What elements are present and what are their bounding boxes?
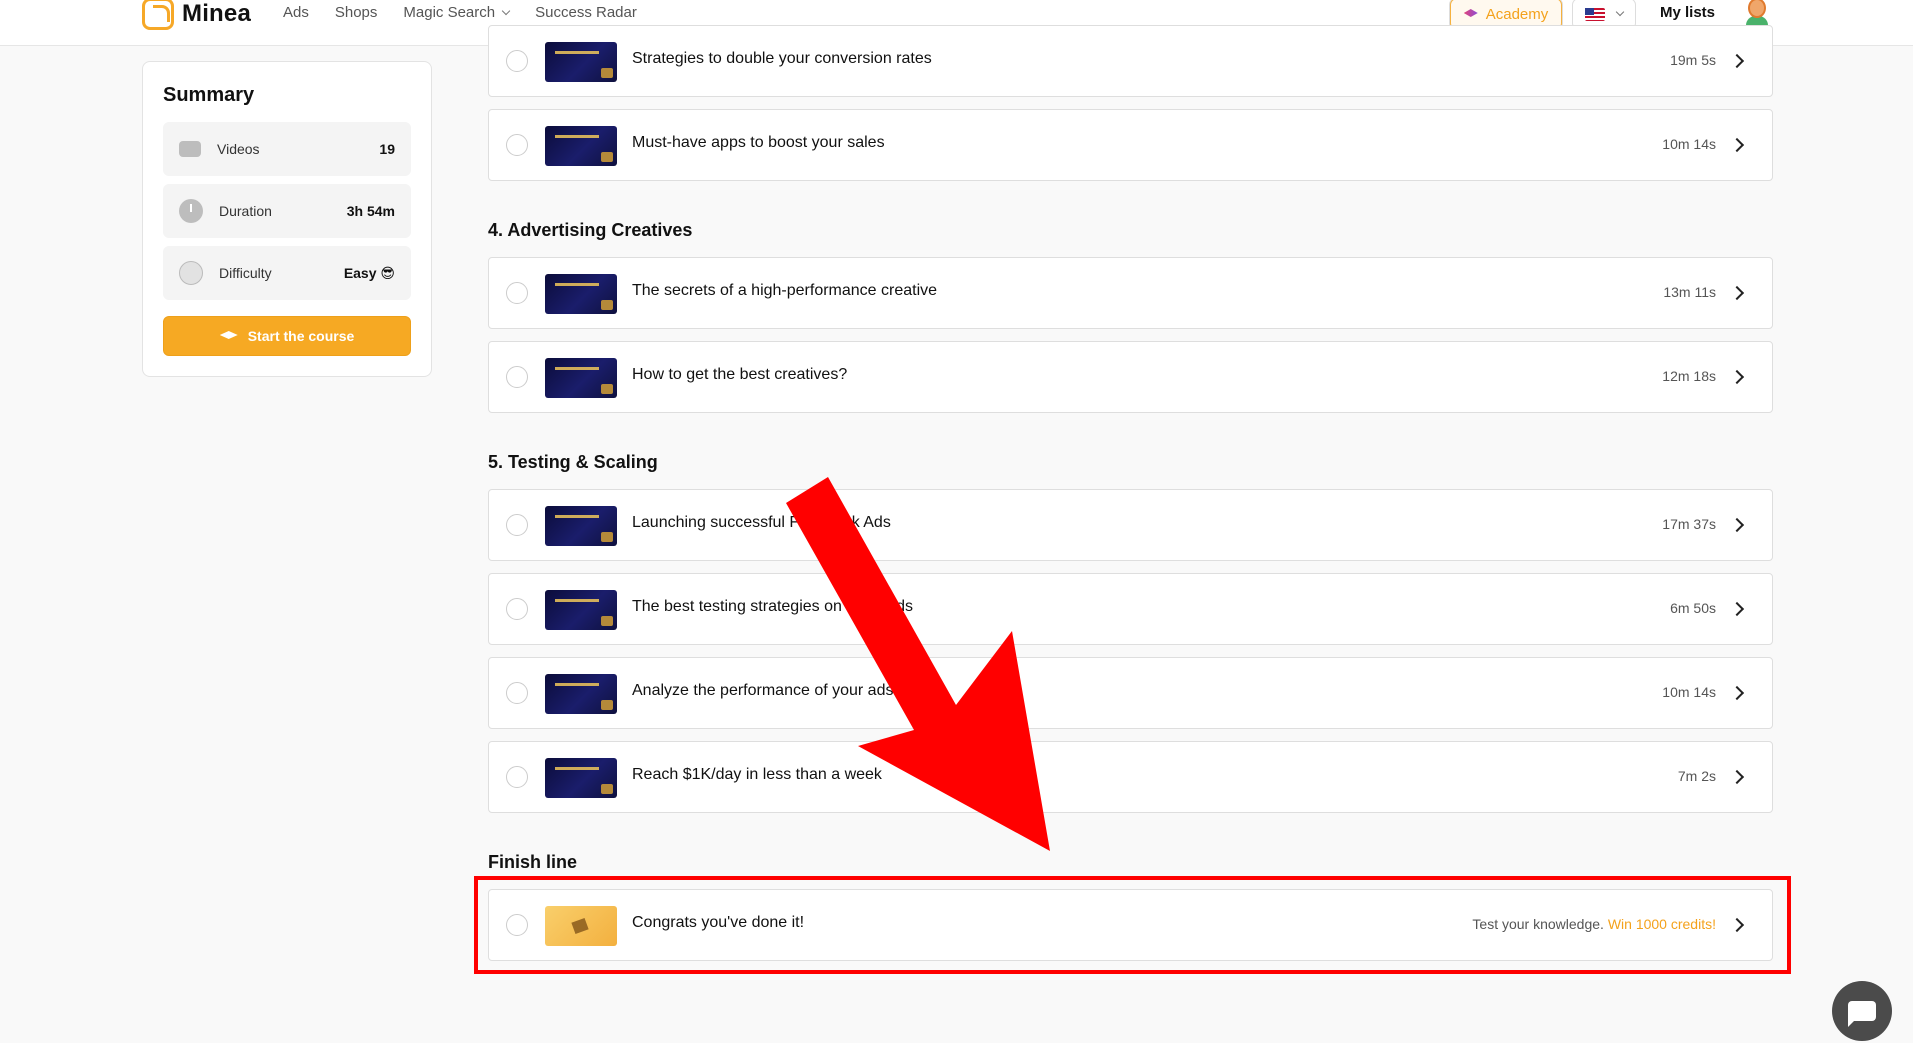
lesson-row[interactable]: The secrets of a high-performance creati… <box>488 257 1773 329</box>
chevron-right-icon <box>1729 517 1745 533</box>
nav-magic-search[interactable]: Magic Search <box>403 4 511 21</box>
start-course-label: Start the course <box>247 328 355 344</box>
lesson-thumbnail <box>545 590 617 630</box>
lesson-title: Launching successful Facebook Ads <box>632 514 891 531</box>
lesson-duration: 10m 14s <box>1662 684 1716 700</box>
summary-value: 3h 54m <box>346 203 395 219</box>
lesson-row[interactable]: Strategies to double your conversion rat… <box>488 25 1773 97</box>
video-camera-icon <box>179 141 201 157</box>
nav-success-radar-label: Success Radar <box>535 4 637 21</box>
nav-magic-search-label: Magic Search <box>403 4 496 21</box>
lesson-title: The secrets of a high-performance creati… <box>632 282 938 299</box>
lesson-complete-radio[interactable] <box>506 598 528 620</box>
section-heading: Finish line <box>488 852 578 872</box>
summary-row-difficulty: Difficulty Easy 😎 <box>163 246 411 300</box>
minea-logo[interactable]: Minea <box>142 0 251 30</box>
chevron-right-icon <box>1729 369 1745 385</box>
lesson-complete-radio[interactable] <box>506 366 528 388</box>
lesson-duration: 10m 14s <box>1662 136 1716 152</box>
lesson-complete-radio[interactable] <box>506 766 528 788</box>
lesson-thumbnail <box>545 126 617 166</box>
chevron-right-icon <box>1729 685 1745 701</box>
us-flag-icon <box>1585 7 1605 21</box>
lesson-title: Strategies to double your conversion rat… <box>632 50 932 67</box>
lesson-duration: 7m 2s <box>1677 768 1716 784</box>
minea-logo-icon <box>142 0 174 30</box>
chevron-right-icon <box>1729 285 1745 301</box>
chat-icon <box>1848 1001 1876 1027</box>
lesson-duration: 19m 5s <box>1670 52 1716 68</box>
summary-value: 19 <box>379 141 395 157</box>
graduation-cap-icon <box>219 331 238 339</box>
lesson-duration: 13m 11s <box>1663 284 1716 300</box>
brand-name: Minea <box>182 0 252 27</box>
lesson-duration: 12m 18s <box>1662 368 1716 384</box>
annotation-highlight-box <box>474 876 1791 974</box>
summary-row-videos: Videos 19 <box>163 122 411 176</box>
chevron-down-icon <box>1615 7 1625 17</box>
lesson-title: Must-have apps to boost your sales <box>632 134 885 151</box>
start-course-button[interactable]: Start the course <box>163 316 411 356</box>
nav-shops-label: Shops <box>334 4 378 21</box>
main-nav: Ads Shops Magic Search Success Radar <box>283 4 637 21</box>
lesson-complete-radio[interactable] <box>506 514 528 536</box>
lesson-thumbnail <box>545 274 617 314</box>
lesson-title: Analyze the performance of your ads <box>632 682 894 699</box>
lesson-title: Reach $1K/day in less than a week <box>632 766 882 783</box>
graduation-cap-icon <box>1463 9 1478 17</box>
section-heading: 5. Testing & Scaling <box>488 452 658 472</box>
chat-button[interactable] <box>1832 981 1892 1041</box>
lesson-row[interactable]: Launching successful Facebook Ads 17m 37… <box>488 489 1773 561</box>
lesson-row[interactable]: Reach $1K/day in less than a week 7m 2s <box>488 741 1773 813</box>
lesson-thumbnail <box>545 42 617 82</box>
avatar-head <box>1748 0 1766 18</box>
lesson-complete-radio[interactable] <box>506 50 528 72</box>
lesson-title: The best testing strategies on Meta Ads <box>632 598 914 615</box>
summary-title: Summary <box>163 84 255 106</box>
summary-label: Duration <box>219 203 272 219</box>
lesson-thumbnail <box>545 674 617 714</box>
lesson-complete-radio[interactable] <box>506 134 528 156</box>
clock-icon <box>179 199 203 223</box>
summary-card: Summary Videos 19 Duration 3h 54m Diffic… <box>142 61 432 377</box>
lesson-complete-radio[interactable] <box>506 682 528 704</box>
lesson-title: How to get the best creatives? <box>632 366 848 383</box>
lesson-duration: 17m 37s <box>1662 516 1716 532</box>
nav-shops[interactable]: Shops <box>335 4 378 21</box>
lesson-row[interactable]: The best testing strategies on Meta Ads … <box>488 573 1773 645</box>
academy-label: Academy <box>1485 5 1549 23</box>
summary-row-duration: Duration 3h 54m <box>163 184 411 238</box>
lesson-complete-radio[interactable] <box>506 282 528 304</box>
my-lists-link[interactable]: My lists <box>1660 4 1715 21</box>
chevron-down-icon <box>501 6 511 15</box>
lesson-row[interactable]: Must-have apps to boost your sales 10m 1… <box>488 109 1773 181</box>
lesson-thumbnail <box>545 358 617 398</box>
lesson-thumbnail <box>545 506 617 546</box>
section-heading: 4. Advertising Creatives <box>488 220 693 240</box>
summary-label: Difficulty <box>219 265 272 281</box>
lesson-duration: 6m 50s <box>1670 600 1716 616</box>
chevron-right-icon <box>1729 53 1745 69</box>
gauge-icon <box>179 261 203 285</box>
nav-ads[interactable]: Ads <box>283 4 309 21</box>
chevron-right-icon <box>1729 137 1745 153</box>
lesson-thumbnail <box>545 758 617 798</box>
lesson-row[interactable]: How to get the best creatives? 12m 18s <box>488 341 1773 413</box>
chevron-right-icon <box>1729 769 1745 785</box>
nav-success-radar[interactable]: Success Radar <box>535 4 637 21</box>
summary-value: Easy 😎 <box>343 264 395 281</box>
lesson-row[interactable]: Analyze the performance of your ads 10m … <box>488 657 1773 729</box>
summary-label: Videos <box>217 141 260 157</box>
nav-ads-label: Ads <box>283 4 309 21</box>
chevron-right-icon <box>1729 601 1745 617</box>
